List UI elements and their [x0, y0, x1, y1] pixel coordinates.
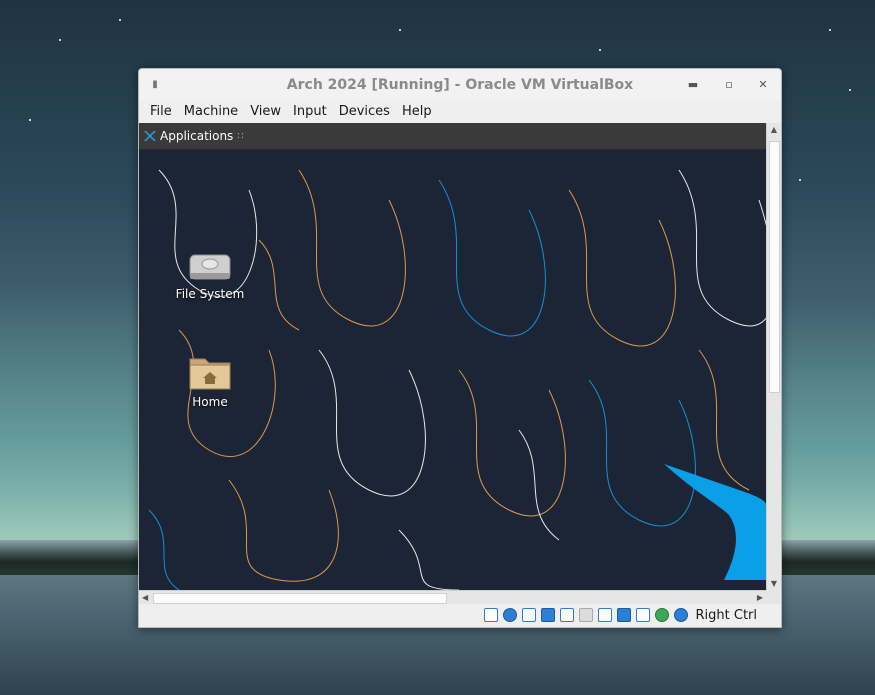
home-folder-icon	[189, 358, 231, 390]
guest-screen[interactable]: Applications ∷ File System Home	[139, 123, 766, 590]
scroll-down-icon[interactable]: ▼	[767, 579, 781, 588]
host-key-indicator[interactable]: Right Ctrl	[696, 608, 758, 623]
scroll-right-icon[interactable]: ▶	[757, 591, 763, 605]
xfce-logo-icon	[144, 131, 156, 141]
virtualbox-window: ▮ Arch 2024 [Running] - Oracle VM Virtua…	[138, 68, 782, 628]
menu-machine[interactable]: Machine	[178, 101, 244, 123]
vertical-scroll-thumb[interactable]	[769, 141, 780, 393]
scroll-corner	[766, 590, 780, 604]
drive-icon	[189, 254, 231, 280]
desktop-icon-file-system[interactable]: File System	[160, 247, 260, 301]
menu-help[interactable]: Help	[396, 101, 438, 123]
audio-icon[interactable]	[521, 608, 536, 622]
minimize-icon[interactable]: ▬	[685, 77, 701, 93]
hard-disk-icon[interactable]	[483, 608, 498, 622]
display-icon[interactable]	[597, 608, 612, 622]
desktop-icon-label: File System	[175, 287, 245, 301]
guest-additions-icon[interactable]	[673, 608, 688, 622]
host-desktop: ▮ Arch 2024 [Running] - Oracle VM Virtua…	[0, 0, 875, 695]
network-icon[interactable]	[540, 608, 555, 622]
menu-view[interactable]: View	[244, 101, 287, 123]
mouse-integration-icon[interactable]	[635, 608, 650, 622]
status-bar: Right Ctrl	[139, 604, 781, 626]
menu-bar: File Machine View Input Devices Help	[139, 101, 781, 123]
menu-input[interactable]: Input	[287, 101, 333, 123]
scroll-up-icon[interactable]: ▲	[767, 125, 781, 134]
maximize-icon[interactable]: ▫	[721, 77, 737, 93]
desktop-icon-label: Home	[192, 395, 228, 409]
panel-grip-icon: ∷	[237, 130, 244, 142]
cpu-virtualization-icon[interactable]	[654, 608, 669, 622]
shared-folders-icon[interactable]	[578, 608, 593, 622]
vertical-scrollbar[interactable]: ▲ ▼	[766, 123, 781, 590]
menu-file[interactable]: File	[144, 101, 178, 123]
horizontal-scrollbar[interactable]: ◀ ▶	[139, 590, 766, 605]
menu-devices[interactable]: Devices	[333, 101, 396, 123]
title-bar[interactable]: ▮ Arch 2024 [Running] - Oracle VM Virtua…	[139, 69, 781, 101]
scroll-left-icon[interactable]: ◀	[142, 591, 148, 605]
horizontal-scroll-thumb[interactable]	[153, 593, 447, 604]
optical-disk-icon[interactable]	[502, 608, 517, 622]
applications-label: Applications	[160, 129, 234, 143]
guest-top-panel: Applications ∷	[139, 123, 766, 150]
usb-icon[interactable]	[559, 608, 574, 622]
applications-menu-button[interactable]: Applications ∷	[139, 123, 244, 149]
video-capture-icon[interactable]	[616, 608, 631, 622]
desktop-icon-home[interactable]: Home	[160, 353, 260, 409]
close-icon[interactable]: ✕	[755, 77, 771, 93]
